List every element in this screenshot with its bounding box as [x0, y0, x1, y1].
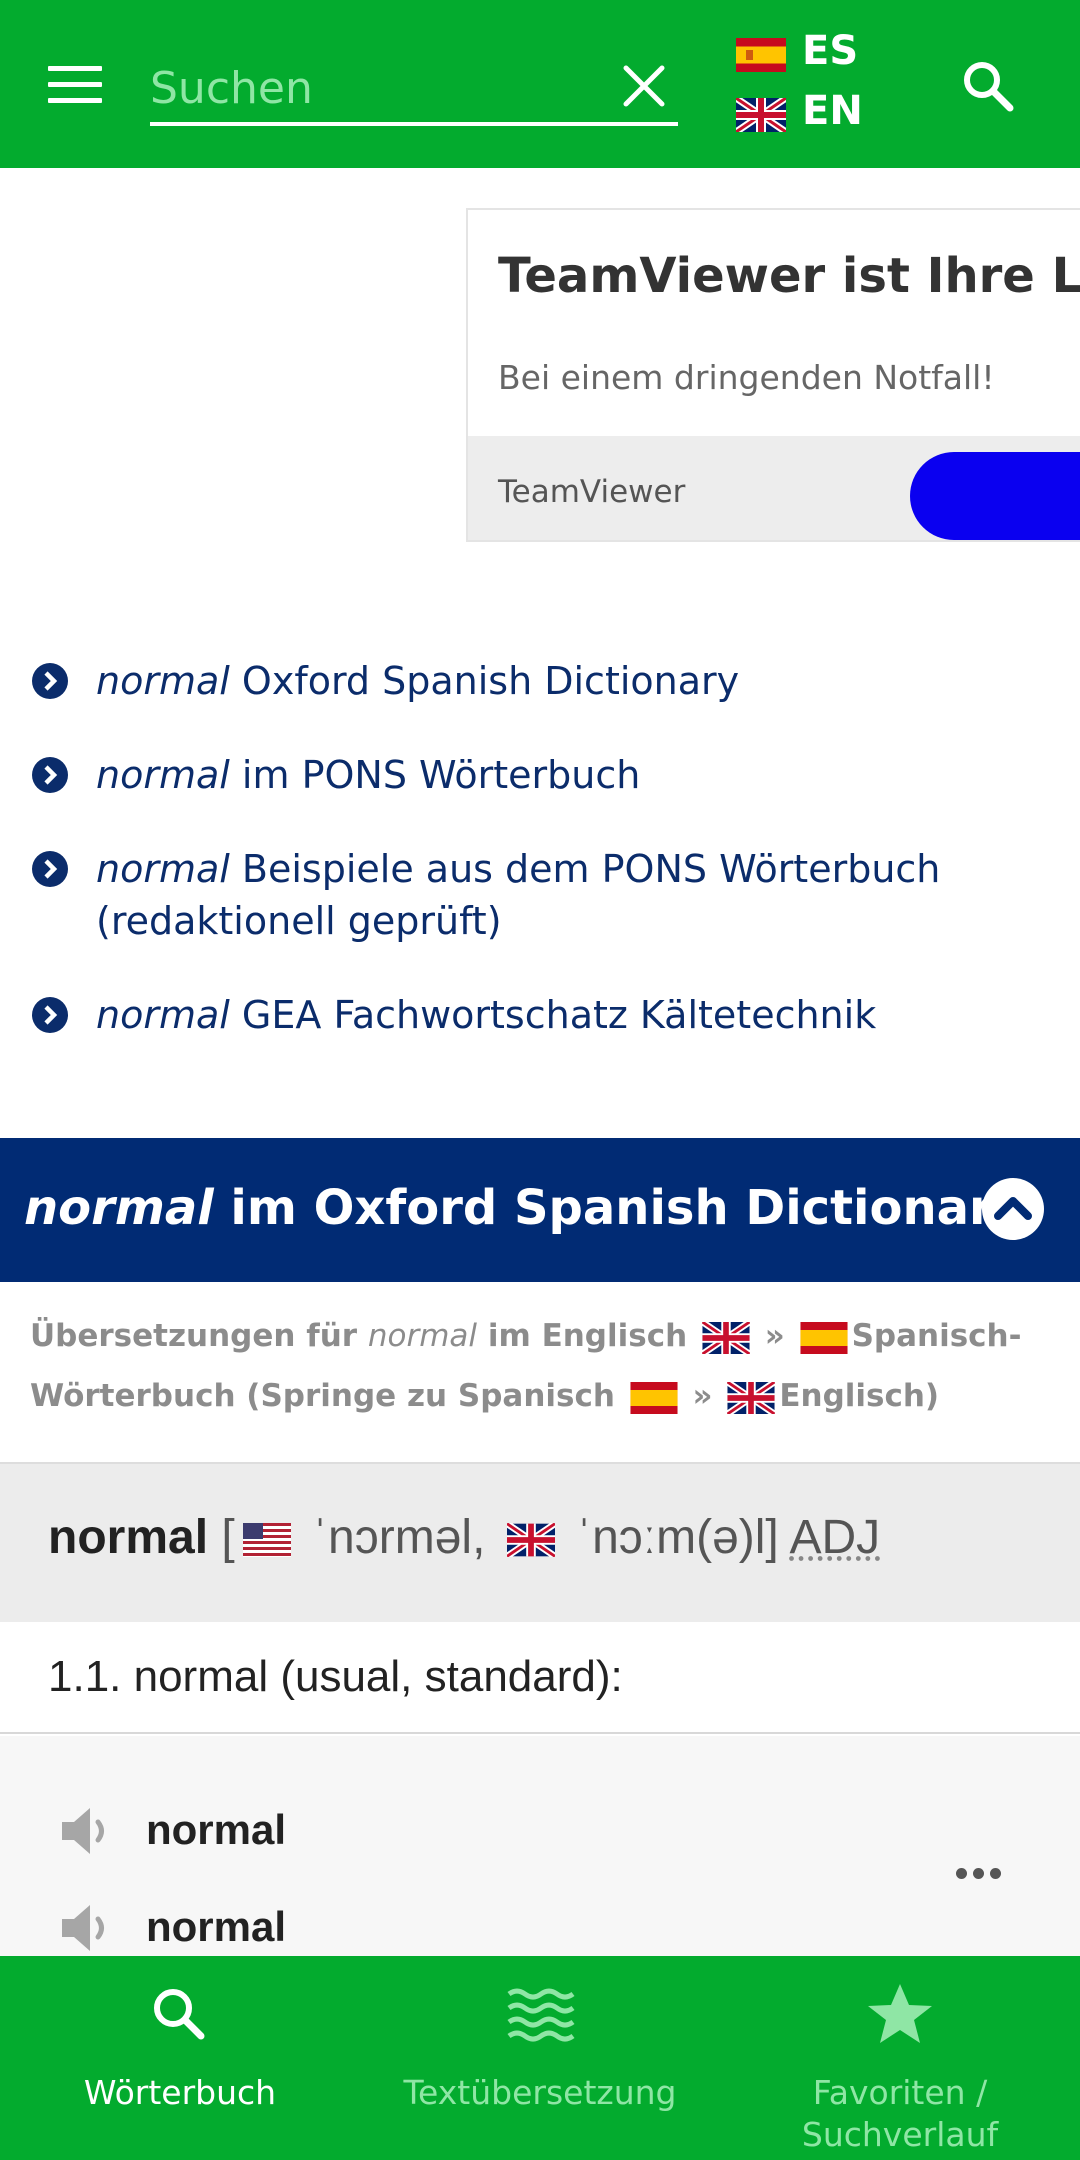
- top-bar: ES EN: [0, 0, 1080, 168]
- lang-switch-es[interactable]: ES: [736, 28, 876, 78]
- more-options-icon[interactable]: [956, 1866, 1012, 1886]
- info-text: im Englisch: [487, 1318, 688, 1354]
- ad-text: Bei einem dringenden Notfall!: [498, 358, 995, 397]
- section-header-oxford[interactable]: normal im Oxford Spanish Dictionary: [0, 1138, 1080, 1282]
- close-icon[interactable]: [620, 62, 668, 110]
- link-label: Oxford Spanish Dictionary: [241, 659, 740, 703]
- link-word: normal: [96, 659, 230, 703]
- translation-row: normal: [58, 1796, 558, 1866]
- bracket-open: [: [221, 1511, 235, 1564]
- link-gea[interactable]: normal GEA Fachwortschatz Kältetechnik: [30, 989, 1060, 1041]
- search-icon: [154, 1989, 205, 2040]
- nav-dictionary[interactable]: Wörterbuch: [40, 1956, 320, 2160]
- search-icon[interactable]: [958, 56, 1018, 116]
- spain-flag-icon: [630, 1381, 678, 1414]
- link-word: normal: [96, 993, 230, 1037]
- link-oxford[interactable]: normal Oxford Spanish Dictionary: [30, 655, 1060, 707]
- ad-cta-button[interactable]: [910, 452, 1080, 540]
- spain-flag-icon: [736, 38, 786, 72]
- part-of-speech[interactable]: ADJ: [789, 1511, 880, 1564]
- nav-text-translation[interactable]: Textübersetzung: [380, 1956, 700, 2160]
- link-word: normal: [96, 847, 230, 891]
- link-label: GEA Fachwortschatz Kältetechnik: [241, 993, 877, 1037]
- waves-icon: [507, 1988, 575, 2042]
- link-label: im PONS Wörterbuch: [241, 753, 641, 797]
- link-word: normal: [96, 753, 230, 797]
- ad-footer: TeamViewer: [468, 436, 1080, 540]
- pronunciation-us: ˈnɔrməl,: [312, 1511, 486, 1564]
- sense-header: 1.1. normal (usual, standard):: [0, 1622, 1080, 1734]
- chevron-up-icon[interactable]: [982, 1178, 1044, 1240]
- ad-title: TeamViewer ist Ihre Lösu: [498, 248, 1080, 304]
- uk-flag-icon: [701, 1321, 750, 1354]
- info-text: Englisch): [779, 1378, 940, 1414]
- translation-block: normal normal: [0, 1736, 1080, 1960]
- lang-code-es: ES: [802, 28, 859, 74]
- translation-target: normal: [146, 1903, 287, 1950]
- info-word: normal: [367, 1318, 478, 1354]
- search-field: [150, 48, 678, 126]
- headword: normal: [48, 1511, 209, 1564]
- section-label: im Oxford Spanish Dictionary: [230, 1180, 1024, 1236]
- chevron-right-circle-icon: [32, 757, 68, 793]
- chevron-right-circle-icon: [32, 851, 68, 887]
- entry-line: normal [ ˈnɔrməl, ˈnɔːm(ə)l] ADJ: [48, 1510, 880, 1565]
- info-separator: »: [764, 1318, 785, 1354]
- nav-label: Textübersetzung: [403, 2073, 677, 2112]
- section-word: normal: [24, 1180, 214, 1236]
- ad-banner[interactable]: TeamViewer ist Ihre Lösu Bei einem dring…: [466, 208, 1080, 542]
- search-input[interactable]: [150, 58, 590, 118]
- lang-switch-en[interactable]: EN: [736, 88, 876, 138]
- pronunciation-uk: ˈnɔːm(ə)l]: [576, 1511, 779, 1564]
- speaker-icon[interactable]: [58, 1802, 118, 1860]
- nav-label: Favoriten / Suchverlauf: [801, 2073, 999, 2154]
- spain-flag-icon: [800, 1321, 848, 1354]
- nav-favorites-history[interactable]: Favoriten / Suchverlauf: [750, 1956, 1050, 2160]
- entry-header: normal [ ˈnɔrməl, ˈnɔːm(ə)l] ADJ: [0, 1462, 1080, 1622]
- uk-flag-icon: [736, 98, 786, 132]
- dictionary-links: normal Oxford Spanish Dictionary normal …: [30, 655, 1060, 1083]
- link-pons[interactable]: normal im PONS Wörterbuch: [30, 749, 1060, 801]
- star-icon: [868, 1984, 932, 2043]
- uk-flag-icon: [727, 1381, 776, 1414]
- bottom-navigation: Wörterbuch Textübersetzung Favoriten / S…: [0, 1956, 1080, 2160]
- nav-label: Wörterbuch: [83, 2073, 277, 2112]
- lang-code-en: EN: [802, 88, 863, 134]
- chevron-right-circle-icon: [32, 997, 68, 1033]
- section-title: normal im Oxford Spanish Dictionary: [24, 1180, 1024, 1236]
- us-flag-icon[interactable]: [242, 1523, 291, 1558]
- speaker-icon[interactable]: [58, 1899, 118, 1957]
- chevron-right-circle-icon: [32, 663, 68, 699]
- info-separator: »: [692, 1378, 713, 1414]
- uk-flag-icon[interactable]: [506, 1523, 555, 1558]
- menu-icon[interactable]: [48, 66, 102, 104]
- translation-info: Übersetzungen für normal im Englisch » S…: [30, 1306, 1050, 1426]
- ad-brand: TeamViewer: [498, 474, 686, 510]
- link-pons-examples[interactable]: normal Beispiele aus dem PONS Wörterbuch…: [30, 843, 1060, 947]
- translation-row: normal: [58, 1893, 558, 1963]
- translation-source: normal: [146, 1806, 287, 1853]
- info-text: Übersetzungen für: [30, 1318, 358, 1354]
- sense-text: 1.1. normal (usual, standard):: [48, 1652, 623, 1701]
